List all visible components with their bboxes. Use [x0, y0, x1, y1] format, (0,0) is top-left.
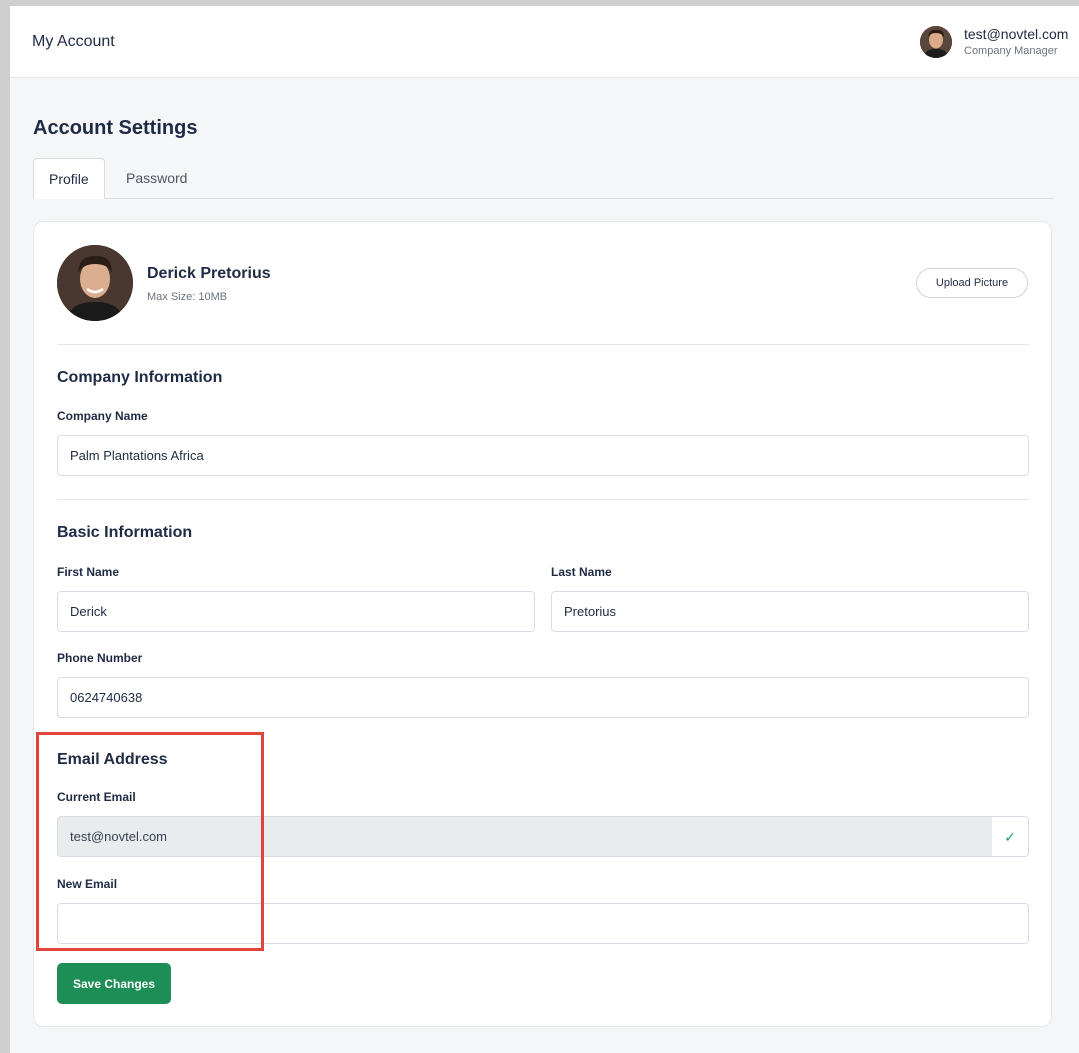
basic-info-heading: Basic Information	[57, 524, 193, 541]
window-frame-left	[0, 0, 10, 1053]
current-email-label: Current Email	[57, 790, 136, 804]
profile-avatar	[57, 245, 133, 321]
upload-picture-button[interactable]: Upload Picture	[916, 268, 1028, 298]
phone-number-input[interactable]	[57, 677, 1029, 718]
company-info-heading: Company Information	[57, 369, 223, 386]
page-title: Account Settings	[33, 117, 198, 139]
company-name-label: Company Name	[57, 409, 148, 423]
current-email-input	[57, 816, 993, 857]
first-name-input[interactable]	[57, 591, 535, 632]
divider	[57, 344, 1029, 345]
new-email-input[interactable]	[57, 903, 1029, 944]
divider	[57, 499, 1029, 500]
user-avatar[interactable]	[920, 26, 952, 58]
email-address-heading: Email Address	[57, 751, 168, 768]
first-name-label: First Name	[57, 565, 120, 579]
tab-password[interactable]: Password	[111, 158, 202, 199]
profile-name: Derick Pretorius	[147, 265, 271, 282]
new-email-label: New Email	[57, 877, 118, 891]
top-bar: My Account test@novtel.com Company Manag…	[10, 6, 1079, 78]
company-name-input[interactable]	[57, 435, 1029, 476]
save-changes-button[interactable]: Save Changes	[57, 963, 171, 1004]
last-name-input[interactable]	[551, 591, 1029, 632]
profile-card: Derick Pretorius Max Size: 10MB Upload P…	[33, 221, 1052, 1027]
phone-number-label: Phone Number	[57, 651, 143, 665]
user-role: Company Manager	[964, 45, 1058, 57]
check-icon: ✓	[992, 816, 1029, 857]
max-size-hint: Max Size: 10MB	[147, 291, 228, 303]
last-name-label: Last Name	[551, 565, 612, 579]
header-title: My Account	[32, 33, 115, 50]
tab-profile[interactable]: Profile	[33, 158, 105, 199]
user-email: test@novtel.com	[964, 26, 1069, 42]
tab-bar: Profile Password	[33, 158, 1053, 199]
